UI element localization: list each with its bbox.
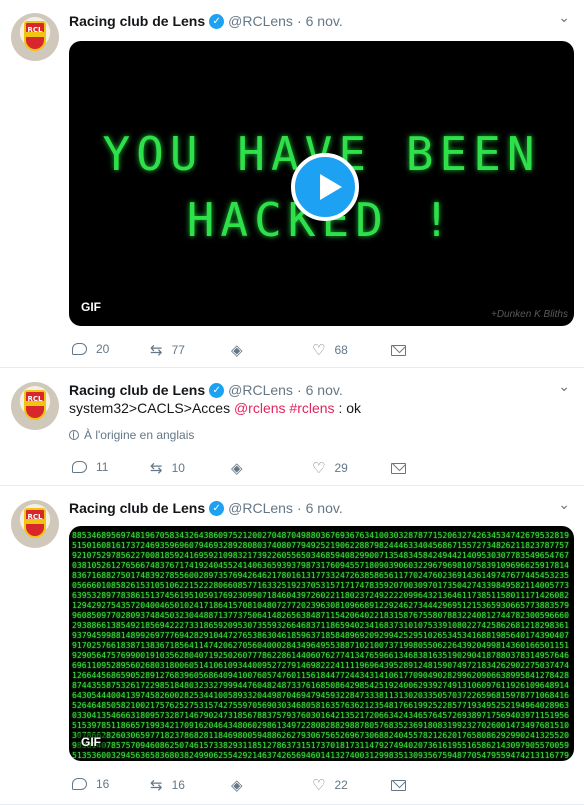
gif-watermark: +Dunken K Bliths [491, 309, 568, 320]
gif-media[interactable]: YOU HAVE BEEN HACKED ! GIF +Dunken K Bli… [69, 41, 574, 326]
play-icon[interactable] [291, 153, 359, 221]
tweet-1[interactable]: RCL Racing club de Lens ✓ @RCLens · 6 no… [0, 0, 584, 368]
reply-icon [72, 461, 87, 473]
avatar[interactable]: RCL [11, 13, 59, 61]
reply-button[interactable]: 11 [72, 460, 108, 474]
author-name[interactable]: Racing club de Lens [69, 382, 205, 398]
like-button[interactable]: ♡ 22 [312, 777, 348, 793]
reply-count: 11 [96, 460, 109, 474]
retweet-icon: ⇆ [150, 459, 163, 477]
tweet-header: Racing club de Lens ✓ @RCLens · 6 nov. [69, 11, 343, 31]
chevron-down-icon[interactable]: ⌄ [558, 10, 570, 26]
author-handle[interactable]: @RCLens [228, 500, 293, 516]
avatar-logo-text: RCL [27, 395, 43, 403]
tweet-text: system32>CACLS>Acces @rclens #rclens : o… [69, 400, 361, 416]
tweet-header: Racing club de Lens ✓ @RCLens · 6 nov. [69, 498, 343, 518]
reply-button[interactable]: 16 [72, 777, 109, 791]
verified-badge-icon: ✓ [209, 382, 225, 398]
mention-link[interactable]: @rclens [234, 400, 286, 416]
dm-button[interactable] [391, 780, 406, 791]
heart-icon: ♡ [312, 776, 326, 794]
avatar-logo-text: RCL [27, 26, 43, 34]
like-count: 22 [334, 778, 348, 792]
hashtag-link[interactable]: #rclens [289, 400, 334, 416]
stack-icon: ◈ [231, 459, 243, 477]
globe-icon [69, 430, 79, 440]
retweet-icon: ⇆ [150, 341, 163, 359]
gif-badge: GIF [77, 298, 105, 316]
author-handle[interactable]: @RCLens [228, 13, 293, 29]
tweet-2[interactable]: RCL Racing club de Lens ✓ @RCLens · 6 no… [0, 369, 584, 486]
gif-media[interactable]: 8853468956974819670583432643860975212002… [69, 526, 574, 761]
envelope-icon [391, 463, 406, 474]
reply-icon [72, 778, 87, 790]
retweet-count: 10 [171, 461, 185, 475]
stack-button[interactable]: ◈ [231, 460, 243, 476]
dm-button[interactable] [391, 463, 406, 474]
stack-button[interactable]: ◈ [231, 777, 243, 793]
reply-button[interactable]: 20 [72, 342, 109, 356]
avatar-logo-text: RCL [27, 513, 43, 521]
chevron-down-icon[interactable]: ⌄ [558, 379, 570, 395]
retweet-count: 16 [171, 778, 185, 792]
gif-badge: GIF [77, 733, 105, 751]
envelope-icon [391, 780, 406, 791]
reply-count: 16 [96, 777, 110, 791]
reply-count: 20 [96, 342, 110, 356]
retweet-count: 77 [171, 343, 185, 357]
separator: · [296, 13, 302, 29]
stack-icon: ◈ [231, 341, 243, 359]
heart-icon: ♡ [312, 341, 326, 359]
verified-badge-icon: ✓ [209, 500, 225, 516]
reply-icon [72, 343, 87, 355]
translation-note[interactable]: À l'origine en anglais [69, 428, 194, 442]
avatar[interactable]: RCL [11, 500, 59, 548]
avatar[interactable]: RCL [11, 382, 59, 430]
envelope-icon [391, 345, 406, 356]
author-name[interactable]: Racing club de Lens [69, 13, 205, 29]
stack-icon: ◈ [231, 776, 243, 794]
dm-button[interactable] [391, 345, 406, 356]
author-handle[interactable]: @RCLens [228, 382, 293, 398]
retweet-icon: ⇆ [150, 776, 163, 794]
retweet-button[interactable]: ⇆ 77 [150, 342, 185, 358]
tweet-text-body: system32>CACLS>Acces [69, 400, 234, 416]
tweet-3[interactable]: RCL Racing club de Lens ✓ @RCLens · 6 no… [0, 487, 584, 805]
tweet-header: Racing club de Lens ✓ @RCLens · 6 nov. [69, 380, 343, 400]
translation-label: À l'origine en anglais [84, 428, 195, 442]
like-button[interactable]: ♡ 29 [312, 460, 348, 476]
like-button[interactable]: ♡ 68 [312, 342, 348, 358]
tweet-text-end: : ok [334, 400, 362, 416]
retweet-button[interactable]: ⇆ 16 [150, 777, 185, 793]
tweet-date[interactable]: 6 nov. [306, 500, 343, 516]
separator: · [296, 500, 302, 516]
verified-badge-icon: ✓ [209, 13, 225, 29]
heart-icon: ♡ [312, 459, 326, 477]
retweet-button[interactable]: ⇆ 10 [150, 460, 185, 476]
tweet-date[interactable]: 6 nov. [306, 13, 343, 29]
author-name[interactable]: Racing club de Lens [69, 500, 205, 516]
like-count: 68 [334, 343, 348, 357]
chevron-down-icon[interactable]: ⌄ [558, 497, 570, 513]
separator: · [296, 382, 302, 398]
tweet-date[interactable]: 6 nov. [306, 382, 343, 398]
matrix-digits-graphic: 8853468956974819670583432643860975212002… [72, 530, 570, 761]
stack-button[interactable]: ◈ [231, 342, 243, 358]
like-count: 29 [334, 461, 348, 475]
